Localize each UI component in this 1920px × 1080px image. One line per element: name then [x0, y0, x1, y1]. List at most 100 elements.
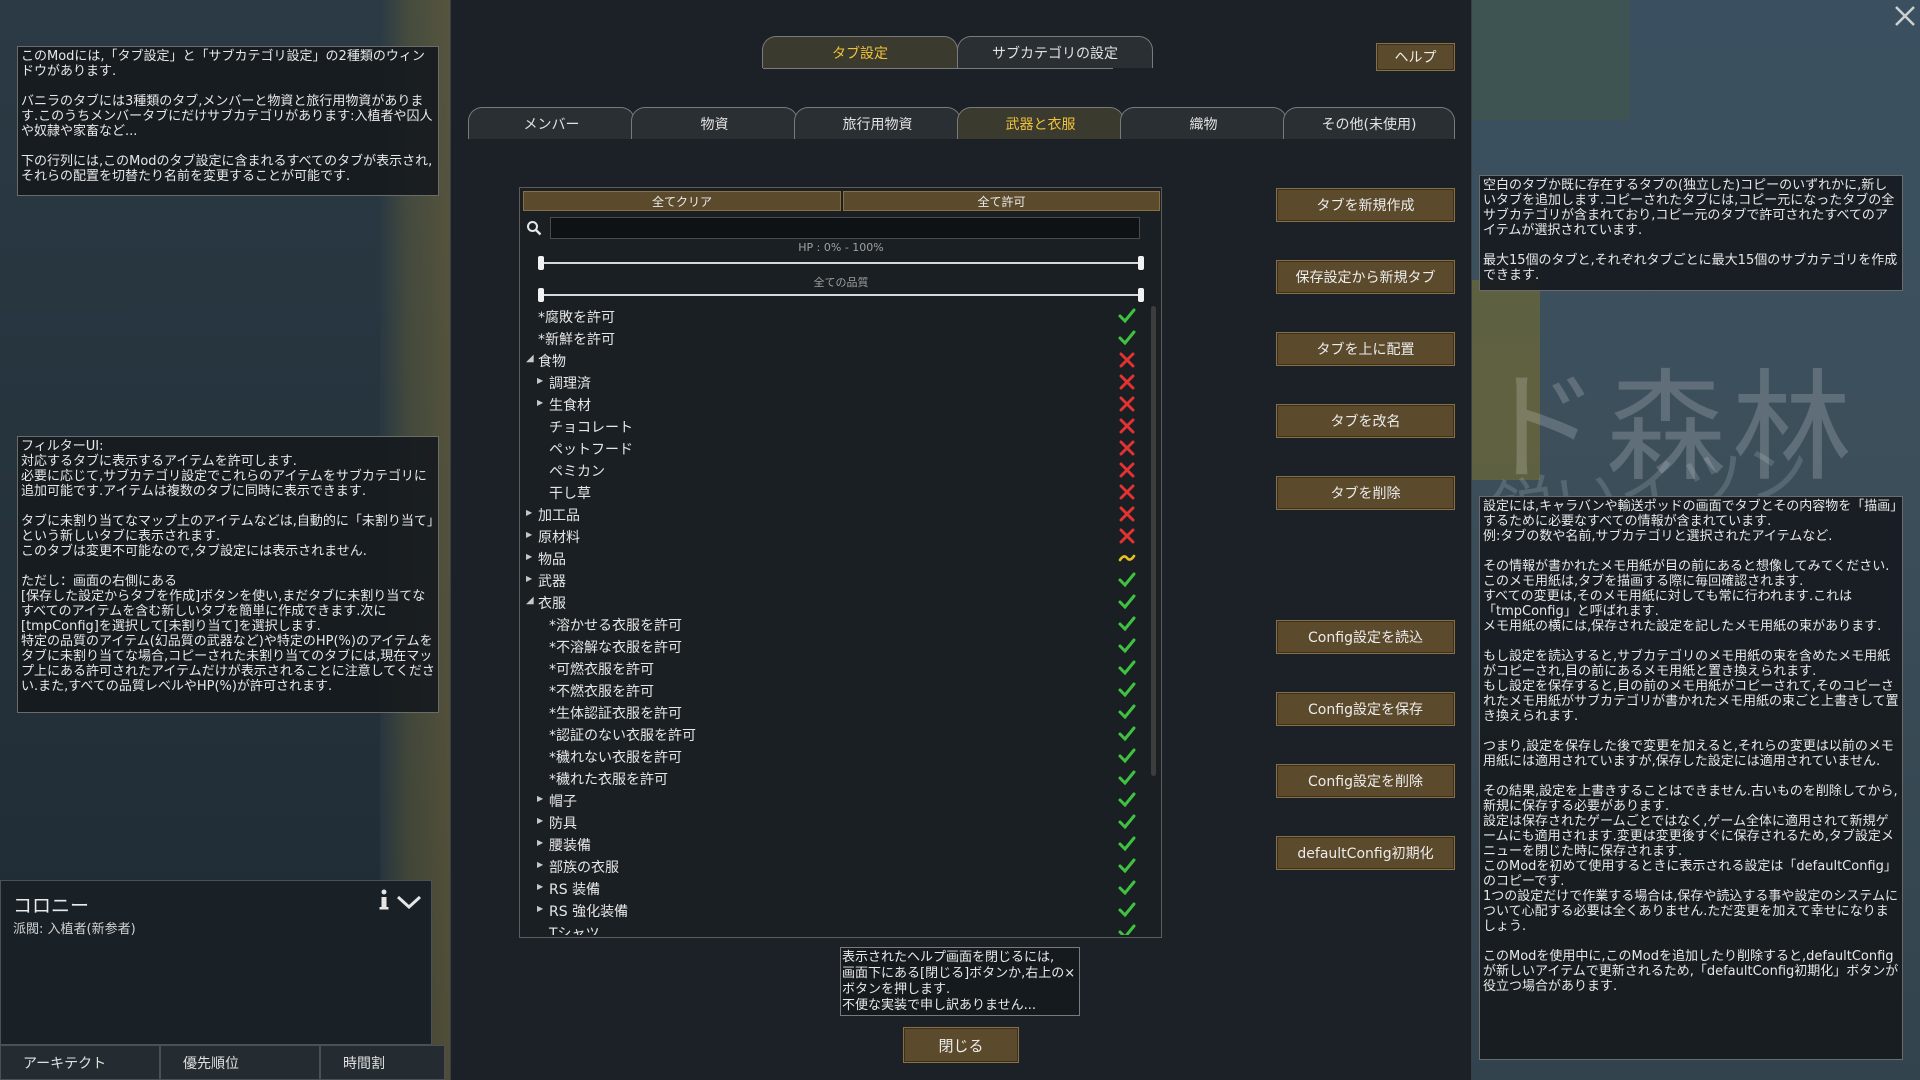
new-tab-from-saved-button[interactable]: 保存設定から新規タブ: [1276, 260, 1455, 294]
checkmark-icon[interactable]: [1117, 856, 1137, 876]
checkmark-icon[interactable]: [1117, 328, 1137, 348]
cross-icon[interactable]: [1117, 350, 1137, 370]
collapsed-arrow-icon[interactable]: ▶: [526, 529, 538, 541]
filter-list-item[interactable]: ペミカン: [520, 459, 1140, 481]
reset-default-config-button[interactable]: defaultConfig初期化: [1276, 836, 1455, 870]
filter-list-item[interactable]: *可燃衣服を許可: [520, 657, 1140, 679]
filter-list-item[interactable]: ▶ 帽子: [520, 789, 1140, 811]
checkmark-icon[interactable]: [1117, 614, 1137, 634]
filter-list-item[interactable]: ▶ 加工品: [520, 503, 1140, 525]
filter-list-item[interactable]: チョコレート: [520, 415, 1140, 437]
filter-list-item[interactable]: *生体認証衣服を許可: [520, 701, 1140, 723]
filter-list-item[interactable]: ▶ RS 装備: [520, 877, 1140, 899]
allow-all-button[interactable]: 全て許可: [843, 191, 1160, 211]
checkmark-icon[interactable]: [1117, 592, 1137, 612]
partial-icon[interactable]: [1117, 548, 1137, 568]
cross-icon[interactable]: [1117, 460, 1137, 480]
filter-list-item[interactable]: ▶ 腰装備: [520, 833, 1140, 855]
filter-list-item[interactable]: ▶ 防具: [520, 811, 1140, 833]
collapsed-arrow-icon[interactable]: ▶: [537, 903, 549, 915]
filter-list-item[interactable]: ▶ 調理済: [520, 371, 1140, 393]
rename-tab-button[interactable]: タブを改名: [1276, 404, 1455, 438]
delete-tab-button[interactable]: タブを削除: [1276, 476, 1455, 510]
clear-all-button[interactable]: 全てクリア: [523, 191, 841, 211]
checkmark-icon[interactable]: [1117, 900, 1137, 920]
cross-icon[interactable]: [1117, 416, 1137, 436]
collapsed-arrow-icon[interactable]: ▶: [537, 397, 549, 409]
collapsed-arrow-icon[interactable]: ▶: [537, 793, 549, 805]
cross-icon[interactable]: [1117, 372, 1137, 392]
cross-icon[interactable]: [1117, 394, 1137, 414]
cross-icon[interactable]: [1117, 438, 1137, 458]
filter-list-item[interactable]: ◢ 食物: [520, 349, 1140, 371]
cross-icon[interactable]: [1117, 504, 1137, 524]
hp-slider-track[interactable]: [541, 262, 1141, 264]
filter-list-item[interactable]: ▶ 原材料: [520, 525, 1140, 547]
collapsed-arrow-icon[interactable]: ▶: [537, 375, 549, 387]
checkmark-icon[interactable]: [1117, 570, 1137, 590]
tab-other-unused[interactable]: その他(未使用): [1283, 107, 1455, 139]
filter-list-item[interactable]: ▶ 生食材: [520, 393, 1140, 415]
filter-list-item[interactable]: *新鮮を許可: [520, 327, 1140, 349]
checkmark-icon[interactable]: [1117, 702, 1137, 722]
checkmark-icon[interactable]: [1117, 922, 1137, 935]
load-config-button[interactable]: Config設定を読込: [1276, 620, 1455, 654]
bottom-tab-architect[interactable]: アーキテクト: [0, 1045, 160, 1080]
close-button[interactable]: 閉じる: [903, 1027, 1019, 1063]
collapsed-arrow-icon[interactable]: ▶: [537, 815, 549, 827]
quality-slider-min-handle[interactable]: [538, 288, 544, 302]
collapsed-arrow-icon[interactable]: ▶: [526, 507, 538, 519]
filter-list-item[interactable]: ▶ 部族の衣服: [520, 855, 1140, 877]
filter-list-item[interactable]: *穢れた衣服を許可: [520, 767, 1140, 789]
filter-list-item[interactable]: *認証のない衣服を許可: [520, 723, 1140, 745]
filter-list-item[interactable]: *不燃衣服を許可: [520, 679, 1140, 701]
chevron-down-icon[interactable]: [397, 895, 421, 909]
bottom-tab-schedule[interactable]: 時間割: [320, 1045, 445, 1080]
checkmark-icon[interactable]: [1117, 658, 1137, 678]
filter-list-item[interactable]: ▶ 物品: [520, 547, 1140, 569]
list-scrollbar[interactable]: [1151, 306, 1156, 776]
hp-slider-max-handle[interactable]: [1138, 256, 1144, 270]
delete-config-button[interactable]: Config設定を削除: [1276, 764, 1455, 798]
filter-list-item[interactable]: *腐敗を許可: [520, 305, 1140, 327]
collapsed-arrow-icon[interactable]: ▶: [526, 573, 538, 585]
quality-slider-max-handle[interactable]: [1138, 288, 1144, 302]
filter-list-item[interactable]: *穢れない衣服を許可: [520, 745, 1140, 767]
checkmark-icon[interactable]: [1117, 724, 1137, 744]
cross-icon[interactable]: [1117, 526, 1137, 546]
move-tab-up-button[interactable]: タブを上に配置: [1276, 332, 1455, 366]
tab-members[interactable]: メンバー: [468, 107, 635, 139]
save-config-button[interactable]: Config設定を保存: [1276, 692, 1455, 726]
filter-list-item[interactable]: ◢ 衣服: [520, 591, 1140, 613]
collapsed-arrow-icon[interactable]: ▶: [526, 551, 538, 563]
filter-list-item[interactable]: *溶かせる衣服を許可: [520, 613, 1140, 635]
tab-tab-settings[interactable]: タブ設定: [762, 36, 958, 68]
checkmark-icon[interactable]: [1117, 768, 1137, 788]
quality-slider-track[interactable]: [541, 294, 1141, 296]
filter-list-item[interactable]: *不溶解な衣服を許可: [520, 635, 1140, 657]
filter-list-item[interactable]: ▶ 武器: [520, 569, 1140, 591]
collapsed-arrow-icon[interactable]: ▶: [537, 881, 549, 893]
info-icon[interactable]: [376, 889, 392, 911]
filter-list-item[interactable]: Tシャツ: [520, 921, 1140, 935]
checkmark-icon[interactable]: [1117, 790, 1137, 810]
checkmark-icon[interactable]: [1117, 306, 1137, 326]
checkmark-icon[interactable]: [1117, 680, 1137, 700]
bottom-tab-priorities[interactable]: 優先順位: [160, 1045, 320, 1080]
tab-items[interactable]: 物資: [631, 107, 798, 139]
search-input[interactable]: [550, 217, 1140, 239]
cross-icon[interactable]: [1117, 482, 1137, 502]
expanded-arrow-icon[interactable]: ◢: [526, 595, 538, 607]
filter-list-item[interactable]: ▶ RS 強化装備: [520, 899, 1140, 921]
tab-subcategory-settings[interactable]: サブカテゴリの設定: [957, 36, 1153, 68]
tab-weapons-apparel[interactable]: 武器と衣服: [957, 107, 1124, 139]
checkmark-icon[interactable]: [1117, 834, 1137, 854]
collapsed-arrow-icon[interactable]: ▶: [537, 859, 549, 871]
new-tab-button[interactable]: タブを新規作成: [1276, 188, 1455, 222]
checkmark-icon[interactable]: [1117, 812, 1137, 832]
checkmark-icon[interactable]: [1117, 746, 1137, 766]
filter-list-item[interactable]: ペットフード: [520, 437, 1140, 459]
collapsed-arrow-icon[interactable]: ▶: [537, 837, 549, 849]
expanded-arrow-icon[interactable]: ◢: [526, 353, 538, 365]
hp-slider-min-handle[interactable]: [538, 256, 544, 270]
